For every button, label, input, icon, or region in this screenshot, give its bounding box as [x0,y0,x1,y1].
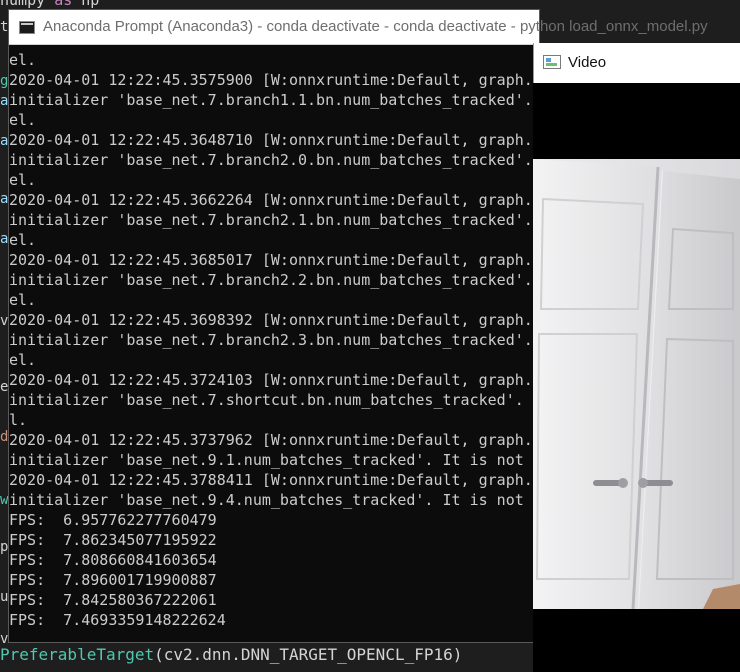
console-log-line: initializer 'base_net.9.1.num_batches_tr… [9,451,524,469]
image-window-icon [543,55,561,69]
editor-strip-char: w [0,492,8,508]
console-output[interactable]: el. 2020-04-01 12:22:45.3575900 [W:onnxru… [9,46,539,642]
console-log-line: el. [9,51,37,69]
video-frame [533,159,740,609]
fps-output-line: FPS: 7.842580367222061 [9,591,217,609]
console-log-line: l. [9,411,28,429]
editor-function-name: PreferableTarget [0,645,155,664]
editor-strip-char: a [0,231,8,247]
fps-output-line: FPS: 7.808660841603654 [9,551,217,569]
camera-frame-image [533,159,740,609]
console-log-line: 2020-04-01 12:22:45.3737962 [W:onnxrunti… [9,431,533,449]
editor-strip-char: d [0,429,8,445]
console-log-line: initializer 'base_net.7.branch2.2.bn.num… [9,271,533,289]
console-log-line: el. [9,231,37,249]
anaconda-prompt-window[interactable]: Anaconda Prompt (Anaconda3) - conda deac… [8,9,708,643]
editor-visible-strip: tgaaaavedwpuv [0,0,8,672]
console-log-line: el. [9,111,37,129]
console-log-line: initializer 'base_net.7.branch1.1.bn.num… [9,91,533,109]
console-log-line: initializer 'base_net.7.shortcut.bn.num_… [9,391,524,409]
console-log-line: initializer 'base_net.7.branch2.3.bn.num… [9,331,533,349]
video-titlebar[interactable]: Video [533,43,740,83]
fps-output-line: FPS: 7.896001719900887 [9,571,217,589]
editor-code-line: numpy as np [0,0,99,9]
editor-keyword: as [54,0,73,9]
console-titlebar[interactable]: Anaconda Prompt (Anaconda3) - conda deac… [9,10,708,45]
editor-strip-char: u [0,589,8,605]
video-window-title: Video [568,54,607,71]
console-log-line: 2020-04-01 12:22:45.3648710 [W:onnxrunti… [9,131,533,149]
console-log-line: 2020-04-01 12:22:45.3662264 [W:onnxrunti… [9,191,533,209]
console-log-line: 2020-04-01 12:22:45.3685017 [W:onnxrunti… [9,251,533,269]
console-log-line: 2020-04-01 12:22:45.3788411 [W:onnxrunti… [9,471,533,489]
console-log-line: el. [9,351,37,369]
console-log-line: 2020-04-01 12:22:45.3575900 [W:onnxrunti… [9,71,533,89]
console-log-line: initializer 'base_net.7.branch2.0.bn.num… [9,151,533,169]
console-window-title: Anaconda Prompt (Anaconda3) - conda deac… [43,18,708,35]
fps-output-line: FPS: 7.4693359148222624 [9,611,226,629]
console-log-line: 2020-04-01 12:22:45.3724103 [W:onnxrunti… [9,371,533,389]
editor-strip-char: a [0,133,8,149]
console-log-line: initializer 'base_net.9.4.num_batches_tr… [9,491,524,509]
fps-output-line: FPS: 6.957762277760479 [9,511,217,529]
editor-strip-char: t [0,19,8,35]
editor-strip-char: v [0,313,8,329]
editor-function-args: (cv2.dnn.DNN_TARGET_OPENCL_FP16) [154,645,463,664]
console-log-line: initializer 'base_net.7.branch2.1.bn.num… [9,211,533,229]
editor-strip-char: a [0,191,8,207]
editor-strip-char: g [0,73,8,89]
console-log-line: el. [9,291,37,309]
editor-strip-char: e [0,379,8,395]
video-window[interactable]: Video [533,43,740,672]
console-app-icon [19,21,35,34]
console-log-line: el. [9,171,37,189]
editor-strip-char: a [0,93,8,109]
console-log-line: 2020-04-01 12:22:45.3698392 [W:onnxrunti… [9,311,533,329]
editor-strip-char: p [0,539,8,555]
fps-output-line: FPS: 7.862345077195922 [9,531,217,549]
